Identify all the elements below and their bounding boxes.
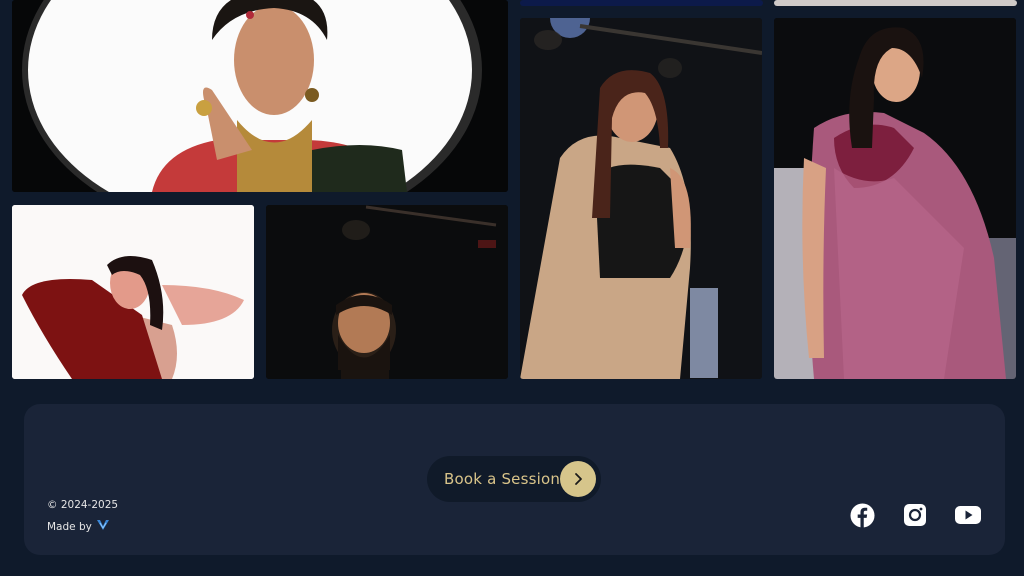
youtube-icon[interactable] xyxy=(955,502,981,528)
photo-gallery xyxy=(0,0,1024,390)
gallery-photo-red-dress[interactable] xyxy=(12,205,254,379)
gallery-photo-strip-right[interactable] xyxy=(774,0,1017,6)
gallery-photo-bearded-man[interactable] xyxy=(266,205,508,379)
gallery-photo-gold-saree[interactable] xyxy=(520,18,762,379)
gallery-photo-strip-left[interactable] xyxy=(520,0,763,6)
facebook-icon[interactable] xyxy=(849,502,875,528)
book-session-button[interactable]: Book a Session xyxy=(427,456,601,502)
maker-logo-icon[interactable] xyxy=(96,518,110,535)
social-links xyxy=(849,502,981,528)
book-session-label: Book a Session xyxy=(444,470,561,488)
footer-card: Book a Session © 2024-2025 Made by xyxy=(24,404,1005,555)
copyright-text: © 2024-2025 xyxy=(47,499,119,511)
chevron-right-icon xyxy=(560,461,596,497)
gallery-photo-pink-saree[interactable] xyxy=(774,18,1016,379)
made-by: Made by xyxy=(47,518,110,535)
made-by-label: Made by xyxy=(47,520,92,533)
instagram-icon[interactable] xyxy=(902,502,928,528)
gallery-photo-bride-portrait[interactable] xyxy=(12,0,508,192)
